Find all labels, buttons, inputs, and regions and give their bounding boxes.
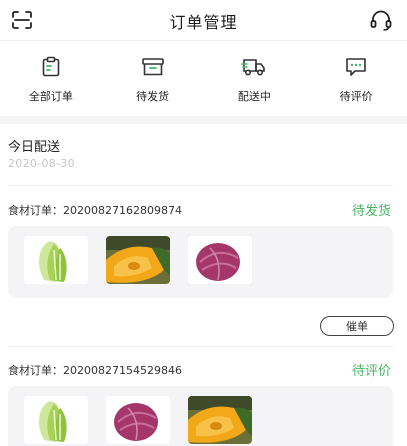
order-status: 待发货 (351, 204, 391, 219)
status-all-orders[interactable]: 全部订单 (0, 48, 102, 108)
status-pending-shipment[interactable]: 待发货 (102, 48, 204, 108)
delivery-truck-icon (241, 59, 266, 76)
page-title: 订单管理 (169, 13, 238, 32)
order-number: 食材订单：20200827154529846 (8, 364, 182, 377)
red-cabbage-image (188, 236, 252, 284)
order-number: 食材订单：20200827162809874 (8, 204, 182, 217)
status-in-delivery[interactable]: 配送中 (204, 48, 306, 108)
status-pending-review-label: 待评价 (339, 90, 373, 103)
status-pending-review[interactable]: 待评价 (305, 48, 407, 108)
clipboard-icon (42, 56, 60, 77)
divider (8, 185, 393, 186)
headset-icon[interactable] (369, 10, 393, 32)
remind-order-button[interactable]: 催单 (320, 316, 394, 336)
pumpkin-image (106, 236, 170, 284)
status-all-orders-label: 全部订单 (28, 90, 73, 103)
today-delivery-section: 今日配送 2020-08-30 (0, 124, 407, 186)
comment-icon (346, 58, 366, 76)
section-divider (0, 116, 407, 124)
divider (8, 346, 393, 347)
status-in-delivery-label: 配送中 (237, 90, 271, 103)
status-pending-shipment-label: 待发货 (136, 90, 170, 103)
order-goods[interactable] (8, 226, 393, 298)
header-divider (0, 40, 407, 41)
napa-cabbage-image (24, 396, 88, 444)
order-status-nav: 全部订单 待发货 配送中 待评价 (0, 48, 407, 108)
order-goods[interactable] (8, 386, 393, 446)
order-status: 待评价 (351, 364, 391, 379)
today-delivery-date: 2020-08-30 (8, 157, 75, 170)
box-icon (141, 58, 164, 76)
today-delivery-heading: 今日配送 (8, 140, 61, 155)
app-header: 订单管理 (0, 0, 407, 40)
pumpkin-image (188, 396, 252, 444)
red-cabbage-image (106, 396, 170, 444)
napa-cabbage-image (24, 236, 88, 284)
